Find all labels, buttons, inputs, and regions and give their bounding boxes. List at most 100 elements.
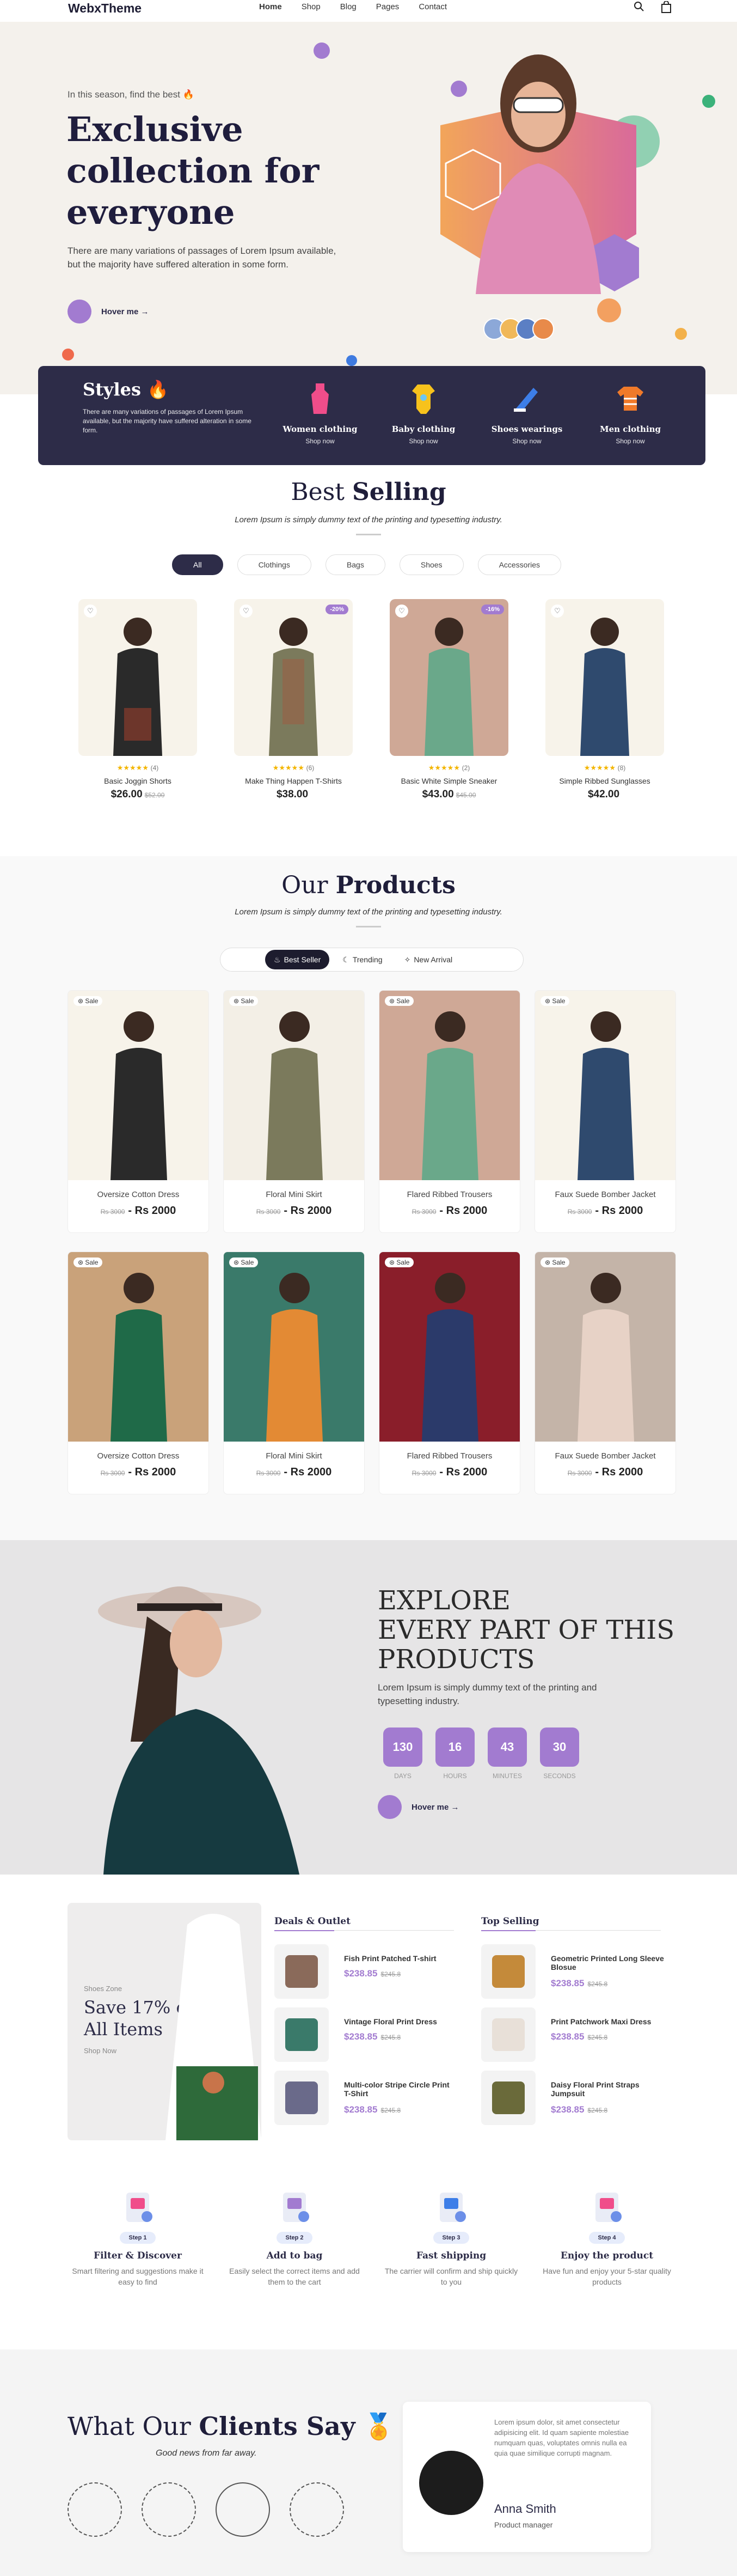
product-price: Rs 3000- Rs 2000 [412,1466,488,1478]
product-card[interactable]: ⊛ Sale Flared Ribbed Trousers Rs 3000- R… [379,990,520,1233]
tab-accessories[interactable]: Accessories [477,554,562,575]
step-card: Step 1 Filter & Discover Smart filtering… [70,2188,206,2288]
product-image[interactable]: ♡ -16% [390,599,508,756]
product-name[interactable]: Faux Suede Bomber Jacket [535,1451,675,1461]
product-name[interactable]: Oversize Cotton Dress [68,1190,208,1199]
explore-cta-button[interactable]: Hover me → [378,1795,459,1819]
deal-thumbnail[interactable] [274,2071,329,2125]
product-image[interactable]: ⊛ Sale [68,991,208,1180]
promo-banner[interactable]: Shoes Zone Save 17% on All Items Shop Now [67,1903,261,2140]
product-name[interactable]: Basic White Simple Sneaker [390,777,508,785]
spark-icon: ✧ [404,955,411,964]
deal-item[interactable]: Geometric Printed Long Sleeve Blosue $23… [481,1944,664,1999]
heart-icon[interactable]: ♡ [551,605,564,618]
testimonial-name: Anna Smith [494,2502,556,2516]
tab-shoes[interactable]: Shoes [399,554,464,575]
bag-icon[interactable] [661,1,672,16]
product-image[interactable]: ⊛ Sale [379,991,520,1180]
nav-contact[interactable]: Contact [419,2,447,11]
deal-name[interactable]: Multi-color Stripe Circle Print T-Shirt [344,2080,458,2098]
product-card[interactable]: ⊛ Sale Faux Suede Bomber Jacket Rs 3000-… [535,990,676,1233]
product-card[interactable]: ⊛ Sale Oversize Cotton Dress Rs 3000- Rs… [67,990,209,1233]
deal-item[interactable]: Print Patchwork Maxi Dress $238.85 $245.8 [481,2007,661,2062]
deal-item[interactable]: Vintage Floral Print Dress $238.85 $245.8 [274,2007,454,2062]
product-card[interactable]: ♡ -20% ★★★★★ (6) Make Thing Happen T-Shir… [234,599,353,801]
tab-all[interactable]: All [172,554,223,575]
product-card[interactable]: ♡ -16% ★★★★★ (2) Basic White Simple Sneak… [390,599,508,801]
medal-icon: 🏅 [363,2412,395,2441]
product-card[interactable]: ⊛ Sale Oversize Cotton Dress Rs 3000- Rs… [67,1252,209,1494]
site-logo[interactable]: WebxTheme [68,1,142,16]
deal-item[interactable]: Fish Print Patched T-shirt $238.85 $245.8 [274,1944,454,1999]
promo-link[interactable]: Shop Now [84,2047,116,2055]
product-image[interactable]: ⊛ Sale [379,1252,520,1442]
tab-best-seller[interactable]: ♨ Best Seller [265,950,330,969]
product-card[interactable]: ⊛ Sale Flared Ribbed Trousers Rs 3000- R… [379,1252,520,1494]
deal-thumbnail[interactable] [481,2071,536,2125]
category-women[interactable]: Women clothing Shop now [277,382,364,445]
product-card[interactable]: ⊛ Sale Faux Suede Bomber Jacket Rs 3000-… [535,1252,676,1494]
deal-name[interactable]: Print Patchwork Maxi Dress [551,2017,665,2026]
tab-bags[interactable]: Bags [325,554,385,575]
product-name[interactable]: Floral Mini Skirt [224,1190,364,1199]
deal-thumbnail[interactable] [481,1944,536,1999]
tab-clothings[interactable]: Clothings [237,554,311,575]
step-icon [588,2188,626,2226]
product-image[interactable]: ⊛ Sale [535,1252,675,1442]
heart-icon[interactable]: ♡ [84,605,97,618]
product-card[interactable]: ⊛ Sale Floral Mini Skirt Rs 3000- Rs 200… [223,1252,365,1494]
product-name[interactable]: Flared Ribbed Trousers [379,1451,520,1461]
product-name[interactable]: Floral Mini Skirt [224,1451,364,1461]
product-image[interactable]: ⊛ Sale [224,1252,364,1442]
product-name[interactable]: Oversize Cotton Dress [68,1451,208,1461]
product-name[interactable]: Make Thing Happen T-Shirts [234,777,353,785]
category-shoes[interactable]: Shoes wearings Shop now [483,382,570,445]
divider [356,926,381,927]
product-card[interactable]: ♡ ★★★★★ (4) Basic Joggin Shorts $26.00 $5… [78,599,197,801]
shoe-icon [514,388,538,412]
product-image[interactable]: ♡ [78,599,197,756]
sale-badge: ⊛ Sale [541,1258,570,1267]
product-card[interactable]: ♡ ★★★★★ (8) Simple Ribbed Sunglasses $42… [545,599,664,801]
deal-thumbnail[interactable] [274,1944,329,1999]
search-icon[interactable] [634,1,644,16]
hero-cta-button[interactable]: Hover me → [67,300,149,323]
product-name[interactable]: Flared Ribbed Trousers [379,1190,520,1199]
category-men[interactable]: Men clothing Shop now [587,382,674,445]
nav-shop[interactable]: Shop [302,2,321,11]
deal-name[interactable]: Daisy Floral Print Straps Jumpsuit [551,2080,665,2098]
timer-seconds: 30 SECONDS [540,1727,579,1780]
product-price: $42.00 [587,789,620,800]
deal-name[interactable]: Geometric Printed Long Sleeve Blosue [551,1954,665,1971]
product-name[interactable]: Basic Joggin Shorts [78,777,197,785]
step-description: Have fun and enjoy your 5-star quality p… [543,2267,671,2287]
product-card[interactable]: ⊛ Sale Floral Mini Skirt Rs 3000- Rs 200… [223,990,365,1233]
product-image[interactable]: ♡ -20% [234,599,353,756]
nav-home[interactable]: Home [259,2,282,11]
deal-item[interactable]: Multi-color Stripe Circle Print T-Shirt … [274,2071,454,2125]
category-baby[interactable]: Baby clothing Shop now [380,382,467,445]
nav-blog[interactable]: Blog [340,2,357,11]
product-image[interactable]: ♡ [545,599,664,756]
product-name[interactable]: Simple Ribbed Sunglasses [545,777,664,785]
deal-name[interactable]: Fish Print Patched T-shirt [344,1954,458,1963]
deal-item[interactable]: Daisy Floral Print Straps Jumpsuit $238.… [481,2071,661,2125]
heart-icon[interactable]: ♡ [239,605,253,618]
product-name[interactable]: Faux Suede Bomber Jacket [535,1190,675,1199]
deal-price: $238.85 $245.8 [551,1978,608,1988]
product-image[interactable]: ⊛ Sale [535,991,675,1180]
sale-badge: ⊛ Sale [73,996,103,1006]
deal-thumbnail[interactable] [481,2007,536,2062]
sale-badge: ⊛ Sale [385,996,414,1006]
deal-thumbnail[interactable] [274,2007,329,2062]
promo-dress-image [165,1914,261,2140]
tab-new-arrival[interactable]: ✧ New Arrival [396,950,462,969]
tab-trending[interactable]: ☾ Trending [334,950,391,969]
testimonial-role: Product manager [494,2520,553,2529]
product-image[interactable]: ⊛ Sale [224,991,364,1180]
deal-price: $238.85 $245.8 [344,2031,401,2042]
heart-icon[interactable]: ♡ [395,605,408,618]
deal-name[interactable]: Vintage Floral Print Dress [344,2017,458,2026]
nav-pages[interactable]: Pages [376,2,400,11]
product-image[interactable]: ⊛ Sale [68,1252,208,1442]
